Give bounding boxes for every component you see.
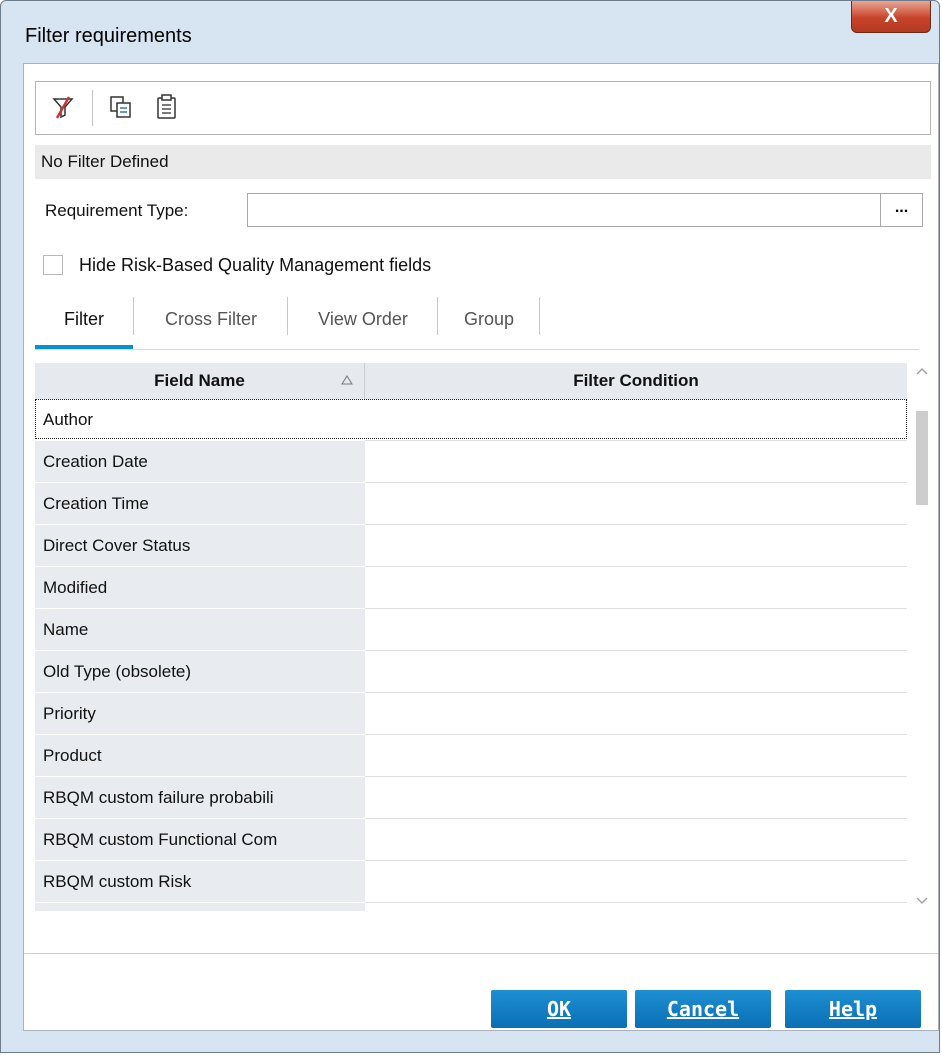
filter-condition-cell[interactable]	[365, 861, 907, 903]
table-row[interactable]: RBQM custom failure probabili	[35, 777, 907, 819]
table-row[interactable]: Author	[35, 399, 907, 441]
help-button[interactable]: Help	[785, 990, 921, 1028]
footer-divider	[24, 953, 938, 954]
field-name-cell: Modified	[35, 567, 365, 609]
column-header-field-name[interactable]: Field Name	[35, 363, 365, 399]
field-name-cell: Creation Date	[35, 441, 365, 483]
tab-separator	[133, 297, 134, 335]
field-name-cell: Priority	[35, 693, 365, 735]
grid-scrollbar[interactable]	[913, 363, 931, 911]
hide-rbqm-checkbox[interactable]	[43, 255, 63, 275]
clear-filter-icon[interactable]	[48, 92, 78, 122]
tab-separator	[287, 297, 288, 335]
tab-divider	[35, 349, 919, 350]
field-name-cell: Product	[35, 735, 365, 777]
filter-status: No Filter Defined	[35, 145, 931, 179]
paste-icon[interactable]	[152, 92, 182, 122]
filter-condition-cell[interactable]	[365, 525, 907, 567]
grid-header: Field Name Filter Condition	[35, 363, 907, 400]
requirement-type-label: Requirement Type:	[45, 201, 189, 220]
filter-grid: Field Name Filter Condition Author Creat…	[35, 363, 907, 911]
table-row[interactable]: Old Type (obsolete)	[35, 651, 907, 693]
scroll-down-icon[interactable]	[915, 893, 929, 907]
field-name-cell: RBQM custom failure probabili	[35, 777, 365, 819]
filter-condition-cell[interactable]	[365, 441, 907, 483]
filter-condition-cell[interactable]	[365, 567, 907, 609]
table-row[interactable]: Product	[35, 735, 907, 777]
table-row[interactable]: Creation Date	[35, 441, 907, 483]
toolbar	[35, 81, 931, 135]
dialog-title: Filter requirements	[25, 25, 192, 47]
filter-condition-cell[interactable]	[365, 735, 907, 777]
field-name-cell: RBQM custom Functional Com	[35, 819, 365, 861]
tab-separator	[437, 297, 438, 335]
filter-condition-cell[interactable]	[365, 609, 907, 651]
column-header-filter-condition[interactable]: Filter Condition	[365, 363, 907, 399]
close-button[interactable]: X	[851, 1, 931, 33]
filter-condition-cell[interactable]	[365, 651, 907, 693]
table-row[interactable]: Priority	[35, 693, 907, 735]
field-name-cell: Author	[35, 399, 365, 441]
tab-filter[interactable]: Filter	[35, 299, 133, 339]
filter-condition-cell[interactable]	[365, 483, 907, 525]
scrollbar-thumb[interactable]	[916, 411, 928, 505]
filter-condition-cell[interactable]	[365, 399, 907, 441]
toolbar-separator	[92, 90, 93, 126]
field-name-cell: Direct Cover Status	[35, 525, 365, 567]
tab-strip: Filter Cross Filter View Order Group	[35, 291, 919, 351]
table-row[interactable]	[35, 903, 907, 911]
table-row[interactable]: Modified	[35, 567, 907, 609]
requirement-type-browse-button[interactable]: ...	[881, 193, 923, 227]
scroll-up-icon[interactable]	[915, 365, 929, 379]
tab-separator	[539, 297, 540, 335]
table-row[interactable]: Name	[35, 609, 907, 651]
field-name-cell: RBQM custom Risk	[35, 861, 365, 903]
tab-cross-filter[interactable]: Cross Filter	[135, 299, 287, 339]
ok-button[interactable]: OK	[491, 990, 627, 1028]
tab-view-order[interactable]: View Order	[289, 299, 437, 339]
hide-rbqm-label: Hide Risk-Based Quality Management field…	[79, 255, 432, 275]
table-row[interactable]: Direct Cover Status	[35, 525, 907, 567]
field-name-cell: Old Type (obsolete)	[35, 651, 365, 693]
table-row[interactable]: RBQM custom Risk	[35, 861, 907, 903]
field-name-cell: Creation Time	[35, 483, 365, 525]
dialog-window: Filter requirements X No Filter Defined …	[0, 0, 940, 1053]
field-name-cell	[35, 903, 365, 911]
copy-icon[interactable]	[106, 92, 136, 122]
filter-condition-cell[interactable]	[365, 819, 907, 861]
filter-condition-cell[interactable]	[365, 693, 907, 735]
cancel-button[interactable]: Cancel	[635, 990, 771, 1028]
table-row[interactable]: Creation Time	[35, 483, 907, 525]
filter-condition-cell[interactable]	[365, 903, 907, 911]
field-name-cell: Name	[35, 609, 365, 651]
table-row[interactable]: RBQM custom Functional Com	[35, 819, 907, 861]
filter-condition-cell[interactable]	[365, 777, 907, 819]
requirement-type-input[interactable]	[247, 193, 881, 227]
sort-ascending-icon	[341, 373, 353, 385]
tab-group[interactable]: Group	[439, 299, 539, 339]
